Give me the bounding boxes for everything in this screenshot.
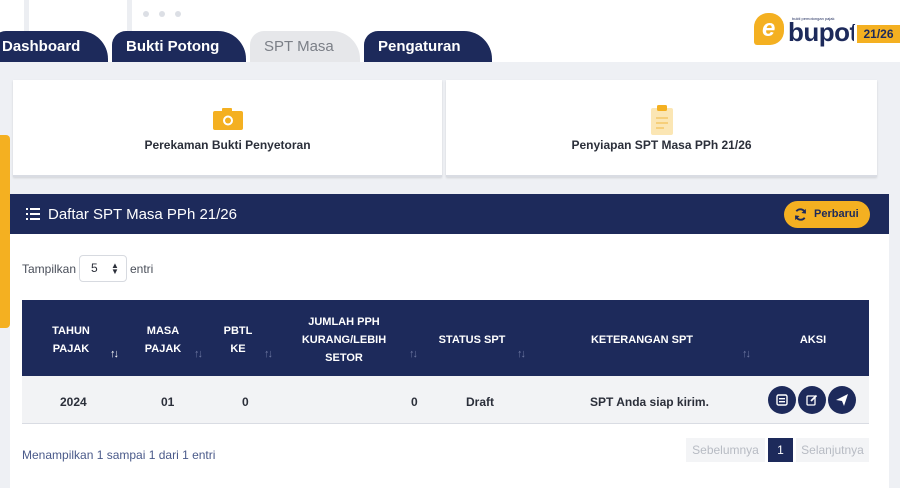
panel-header: Daftar SPT Masa PPh 21/26 Perbarui: [10, 194, 889, 234]
decorative-dot: [143, 11, 149, 17]
table-row: 2024 01 0 0 Draft SPT Anda siap kirim.: [22, 376, 869, 424]
cell-jumlah-pph: 0: [411, 395, 418, 409]
panel-title: Daftar SPT Masa PPh 21/26: [48, 206, 237, 223]
card-perekaman-bukti-penyetoran[interactable]: Perekaman Bukti Penyetoran: [13, 80, 442, 177]
top-bar: Dashboard Bukti Potong SPT Masa Pengatur…: [0, 0, 900, 62]
tab-spt-masa[interactable]: SPT Masa: [250, 31, 360, 62]
pagination-previous[interactable]: Sebelumnya: [686, 438, 765, 462]
logo-letter: e: [762, 15, 776, 42]
length-suffix: entri: [130, 262, 154, 276]
tab-pengaturan[interactable]: Pengaturan: [364, 31, 492, 62]
refresh-button-label: Perbarui: [814, 208, 859, 220]
send-button[interactable]: [828, 386, 856, 414]
entries-per-page-select[interactable]: 5 ▲ ▼: [79, 255, 127, 282]
column-header-keterangan-spt[interactable]: KETERANGAN SPT: [562, 331, 722, 349]
sort-icon[interactable]: ↑↓: [264, 348, 273, 360]
decorative-dot: [175, 11, 181, 17]
edit-icon: [806, 394, 818, 406]
edit-button[interactable]: [798, 386, 826, 414]
column-header-masa-pajak[interactable]: MASA PAJAK: [140, 322, 186, 358]
ebupot-logo: e bukti pemotongan pajak bupot 21/26: [754, 13, 900, 49]
column-header-status-spt[interactable]: STATUS SPT: [427, 331, 517, 349]
column-header-aksi: AKSI: [799, 334, 827, 346]
logo-badge-text: 21/26: [854, 25, 900, 43]
cell-masa-pajak: 01: [161, 395, 175, 409]
card-label: Perekaman Bukti Penyetoran: [144, 138, 311, 152]
logo-word: bupot: [788, 17, 858, 47]
column-header-pbtl-ke[interactable]: PBTL KE: [218, 322, 258, 358]
tab-dashboard[interactable]: Dashboard: [0, 31, 108, 62]
clipboard-icon: [651, 105, 673, 135]
cell-status-spt: Draft: [466, 395, 495, 409]
logo-e-mark: e: [754, 13, 784, 45]
refresh-icon: [794, 208, 807, 221]
decorative-line: [127, 0, 132, 32]
decorative-line: [24, 0, 29, 32]
sort-icon[interactable]: ↑↓: [194, 348, 203, 360]
length-prefix: Tampilkan: [22, 262, 77, 276]
table-header: TAHUN PAJAK ↑↓ MASA PAJAK ↑↓ PBTL KE ↑↓ JUM…: [22, 300, 869, 376]
sort-icon[interactable]: ↑↓: [409, 348, 418, 360]
sort-icon[interactable]: ↑↓: [517, 348, 526, 360]
card-penyiapan-spt-masa[interactable]: Penyiapan SPT Masa PPh 21/26: [446, 80, 877, 177]
view-button[interactable]: [768, 386, 796, 414]
select-arrows-icon: ▲ ▼: [111, 261, 119, 276]
sort-icon[interactable]: ↑↓: [742, 348, 751, 360]
column-header-tahun-pajak[interactable]: TAHUN PAJAK: [36, 322, 106, 358]
cell-pbtl-ke: 0: [242, 395, 249, 409]
view-icon: [776, 394, 788, 406]
pagination-page-1[interactable]: 1: [768, 438, 793, 462]
column-header-jumlah-pph[interactable]: JUMLAH PPH KURANG/LEBIH SETOR: [294, 313, 394, 367]
card-label: Penyiapan SPT Masa PPh 21/26: [571, 138, 752, 152]
logo-badge: 21/26: [854, 25, 900, 43]
cell-tahun-pajak: 2024: [60, 395, 87, 409]
spt-list-panel: Daftar SPT Masa PPh 21/26 Perbarui Tampi…: [10, 194, 889, 488]
decorative-dot: [159, 11, 165, 17]
table-info: Menampilkan 1 sampai 1 dari 1 entri: [22, 448, 216, 462]
refresh-button[interactable]: Perbarui: [784, 201, 870, 228]
side-accent-bar: [0, 135, 10, 328]
pagination-next[interactable]: Selanjutnya: [796, 438, 869, 462]
send-icon: [836, 394, 848, 406]
cell-keterangan-spt: SPT Anda siap kirim.: [590, 395, 709, 409]
sort-icon[interactable]: ↑↓: [110, 348, 119, 360]
entries-per-page-value: 5: [91, 261, 98, 275]
camera-icon: [213, 108, 243, 130]
list-icon: [26, 208, 40, 220]
tab-bukti-potong[interactable]: Bukti Potong: [112, 31, 246, 62]
